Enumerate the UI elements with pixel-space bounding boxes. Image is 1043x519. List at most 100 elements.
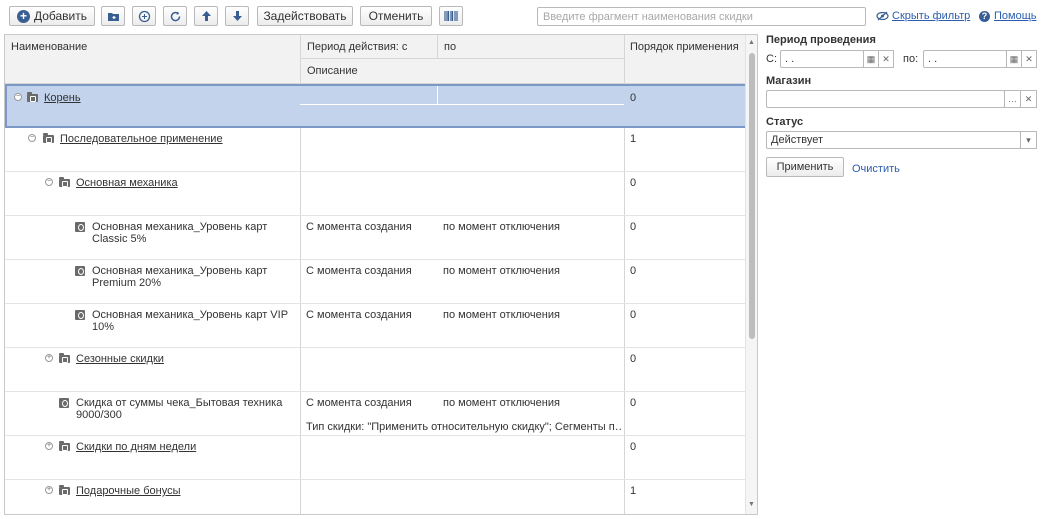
row-name[interactable]: Подарочные бонусы [76,485,180,497]
eye-crossed-icon [876,11,889,21]
folder-icon [27,92,38,102]
row-name-continued: Classic 5% [92,233,147,245]
store-browse-icon[interactable]: … [1004,90,1021,108]
help-link[interactable]: ? Помощь [979,10,1037,22]
header-order[interactable]: Порядок применения [624,35,745,59]
activate-button[interactable]: Задействовать [257,6,353,26]
row-order: 0 [630,265,637,277]
row-name[interactable]: Скидки по дням недели [76,441,196,453]
move-up-button[interactable] [194,6,218,26]
row-period-from: С момента создания [306,221,412,233]
row-name: Основная механика_Уровень карт VIP [92,309,289,321]
arrow-down-icon [232,11,242,21]
row-order: 0 [630,221,637,233]
row-period-to: по момент отключения [443,309,560,321]
row-period-to: по момент отключения [443,265,560,277]
date-from-field[interactable]: . . [780,50,864,68]
copy-button[interactable] [132,6,156,26]
row-name[interactable]: Основная механика [76,177,178,189]
expand-icon[interactable]: + [45,486,53,494]
date-from-label: С: [766,53,777,65]
apply-button[interactable]: Применить [766,157,844,177]
status-label: Статус [766,116,804,128]
table-row[interactable]: Основная механика_Уровень карт Classic 5… [5,216,747,260]
row-name[interactable]: Корень [44,92,81,104]
clear-store-icon[interactable]: ✕ [1020,90,1037,108]
collapse-icon[interactable]: − [14,93,22,101]
row-name[interactable]: Последовательное применение [60,133,223,145]
row-name: Основная механика_Уровень карт [92,221,268,233]
scroll-up-icon[interactable]: ▲ [748,39,755,46]
table-row[interactable]: − Последовательное применение 1 [5,128,747,172]
row-order: 1 [630,133,637,145]
table-row[interactable]: Основная механика_Уровень карт VIP 10% С… [5,304,747,348]
calendar-icon[interactable]: ▦ [863,50,879,68]
date-to-label: по: [903,53,919,65]
table-row[interactable]: + Подарочные бонусы 1 [5,480,747,514]
status-select[interactable]: Действует [766,131,1021,149]
row-description: Тип скидки: "Применить относительную ски… [306,421,622,433]
search-input[interactable] [537,7,866,26]
collapse-icon[interactable]: − [28,134,36,142]
table-row[interactable]: + Скидки по дням недели 0 [5,436,747,480]
header-description[interactable]: Описание [301,59,364,83]
row-period-from: С момента создания [306,265,412,277]
help-icon: ? [979,10,990,22]
grid-header: Наименование Период действия: с по Описа… [5,35,747,84]
row-order: 0 [630,441,637,453]
store-field[interactable] [766,90,1005,108]
discount-icon [75,310,85,320]
date-to-field[interactable]: . . [923,50,1007,68]
toolbar: + Добавить Задействовать Отменить Скрыть… [0,0,1043,32]
refresh-icon [170,11,180,21]
table-row[interactable]: − Корень 0 [5,84,747,128]
discount-icon [75,222,85,232]
row-name-continued: Premium 20% [92,277,162,289]
vertical-scrollbar[interactable]: ▲ ▼ [745,35,757,514]
row-name: Основная механика_Уровень карт [92,265,268,277]
row-order: 0 [630,397,637,409]
row-order: 0 [630,309,637,321]
row-name: Скидка от суммы чека_Бытовая техника [76,397,283,409]
row-period-from: С момента создания [306,309,412,321]
refresh-button[interactable] [163,6,187,26]
header-divider [624,35,625,84]
clear-date-from-icon[interactable]: ✕ [878,50,894,68]
row-period-to: по момент отключения [443,397,560,409]
chevron-down-icon[interactable]: ▾ [1020,131,1037,149]
arrow-up-icon [201,11,211,21]
add-button[interactable]: + Добавить [9,6,95,26]
expand-icon[interactable]: + [45,442,53,450]
header-period-to[interactable]: по [438,35,462,59]
discount-icon [59,398,69,408]
table-row[interactable]: Скидка от суммы чека_Бытовая техника 900… [5,392,747,436]
cell-divider [300,104,624,105]
clear-date-to-icon[interactable]: ✕ [1021,50,1037,68]
row-order: 0 [630,92,637,104]
table-row[interactable]: − Основная механика 0 [5,172,747,216]
scroll-down-icon[interactable]: ▼ [748,501,755,508]
row-name[interactable]: Сезонные скидки [76,353,164,365]
header-name[interactable]: Наименование [5,35,93,59]
table-row[interactable]: Основная механика_Уровень карт Premium 2… [5,260,747,304]
collapse-icon[interactable]: − [45,178,53,186]
cancel-button[interactable]: Отменить [360,6,432,26]
calendar-icon[interactable]: ▦ [1006,50,1022,68]
barcode-button[interactable] [439,6,463,26]
row-period-to: по момент отключения [443,221,560,233]
header-divider [300,35,301,84]
discount-tree-grid: Наименование Период действия: с по Описа… [4,34,758,515]
plus-icon: + [16,9,30,23]
clear-link[interactable]: Очистить [852,163,900,175]
add-folder-button[interactable] [101,6,125,26]
discount-icon [75,266,85,276]
expand-icon[interactable]: + [45,354,53,362]
folder-icon [59,177,70,187]
scrollbar-thumb[interactable] [749,53,755,339]
header-period-from[interactable]: Период действия: с [301,35,413,59]
row-order: 0 [630,353,637,365]
table-row[interactable]: + Сезонные скидки 0 [5,348,747,392]
move-down-button[interactable] [225,6,249,26]
hide-filter-link[interactable]: Скрыть фильтр [876,10,970,22]
period-label: Период проведения [766,34,876,46]
